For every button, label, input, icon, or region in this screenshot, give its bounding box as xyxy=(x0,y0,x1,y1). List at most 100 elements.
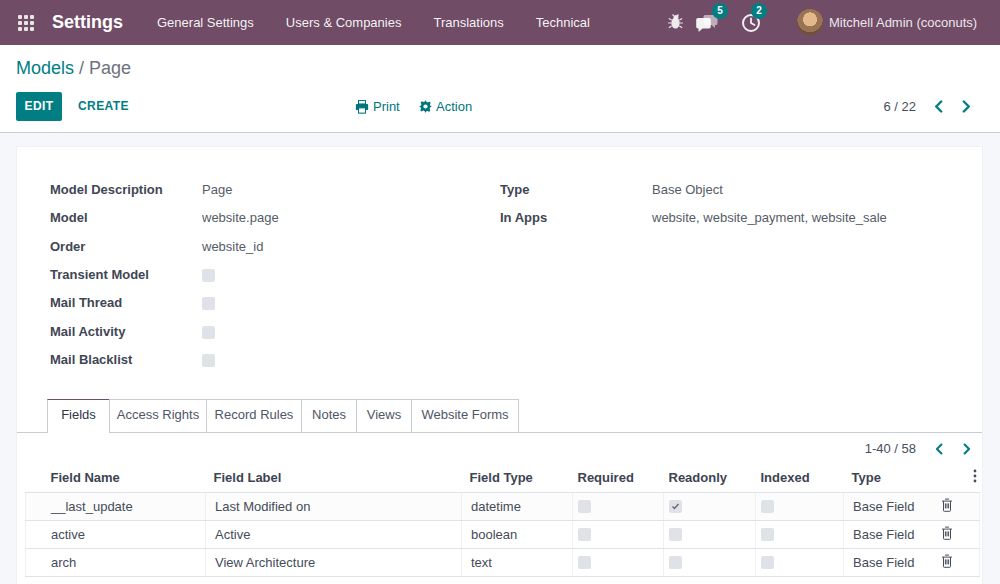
cell-field-type[interactable]: text xyxy=(462,548,573,576)
checkbox-unchecked xyxy=(761,500,774,513)
cell-field-type[interactable]: boolean xyxy=(462,520,573,548)
label-transient-model: Transient Model xyxy=(50,267,149,282)
cell-required[interactable] xyxy=(573,492,664,520)
cell-field-name[interactable]: __last_update xyxy=(26,492,206,520)
cell-indexed[interactable] xyxy=(756,492,844,520)
bug-icon[interactable] xyxy=(668,13,683,30)
label-mail-blacklist: Mail Blacklist xyxy=(50,352,132,367)
table-row[interactable]: __last_update Last Modified on datetime … xyxy=(26,492,980,520)
top-menu: General Settings Users & Companies Trans… xyxy=(157,0,590,45)
cell-readonly[interactable] xyxy=(664,520,756,548)
activities-badge[interactable]: 2 xyxy=(751,3,767,19)
tab-website-forms[interactable]: Website Forms xyxy=(411,399,519,432)
list-prev-button[interactable] xyxy=(931,435,947,463)
edit-button[interactable]: EDIT xyxy=(16,92,62,121)
tab-fields[interactable]: Fields xyxy=(47,399,110,433)
checkbox-unchecked xyxy=(578,556,591,569)
value-model-description: Page xyxy=(202,182,232,197)
optional-columns-toggle[interactable] xyxy=(915,464,980,492)
top-navbar: Settings General Settings Users & Compan… xyxy=(0,0,1000,45)
printer-icon xyxy=(355,100,369,114)
print-menu[interactable]: Print xyxy=(355,92,400,121)
cell-field-label[interactable]: Last Modified on xyxy=(206,492,462,520)
list-next-button[interactable] xyxy=(959,435,975,463)
label-mail-thread: Mail Thread xyxy=(50,295,122,310)
col-type[interactable]: Type xyxy=(844,464,915,492)
user-name[interactable]: Mitchell Admin (coconuts) xyxy=(829,15,977,30)
gear-icon xyxy=(419,100,432,113)
prev-record-button[interactable] xyxy=(930,92,946,121)
cell-field-type[interactable]: datetime xyxy=(462,492,573,520)
cell-required[interactable] xyxy=(573,520,664,548)
table-row[interactable]: active Active boolean Base Field xyxy=(26,520,980,548)
table-row[interactable]: arch View Architecture text Base Field xyxy=(26,548,980,576)
menu-general-settings[interactable]: General Settings xyxy=(157,15,254,30)
apps-grid-icon[interactable] xyxy=(18,15,34,31)
cell-type[interactable]: Base Field xyxy=(844,548,915,576)
tab-record-rules[interactable]: Record Rules xyxy=(206,399,302,432)
cell-indexed[interactable] xyxy=(756,548,844,576)
label-model-description: Model Description xyxy=(50,182,163,197)
notebook-tabs: Fields Access Rights Record Rules Notes … xyxy=(17,399,982,433)
col-readonly[interactable]: Readonly xyxy=(664,464,756,492)
field-row-mail-activity: Mail Activity xyxy=(50,324,970,344)
checkbox-unchecked xyxy=(578,528,591,541)
menu-users-companies[interactable]: Users & Companies xyxy=(286,15,402,30)
cell-field-label[interactable]: Active xyxy=(206,520,462,548)
trash-icon[interactable] xyxy=(941,526,953,540)
list-pager: 1-40 / 58 xyxy=(865,438,916,460)
checkbox-mail-blacklist xyxy=(202,354,215,367)
col-field-name[interactable]: Field Name xyxy=(26,464,206,492)
cell-required[interactable] xyxy=(573,548,664,576)
label-model: Model xyxy=(50,210,88,225)
action-menu[interactable]: Action xyxy=(419,92,472,121)
form-sheet: Model Description Page Model website.pag… xyxy=(16,146,983,584)
cell-delete[interactable] xyxy=(915,548,980,576)
tab-access-rights[interactable]: Access Rights xyxy=(109,399,207,432)
record-pager: 6 / 22 xyxy=(883,92,916,121)
value-in-apps: website, website_payment, website_sale xyxy=(652,210,887,225)
field-row-mail-blacklist: Mail Blacklist xyxy=(50,352,970,372)
cell-field-label[interactable]: View Architecture xyxy=(206,548,462,576)
breadcrumb-page: Page xyxy=(89,58,131,78)
messages-badge[interactable]: 5 xyxy=(712,3,728,19)
trash-icon[interactable] xyxy=(941,498,953,512)
col-indexed[interactable]: Indexed xyxy=(756,464,844,492)
checkbox-checked xyxy=(669,500,682,513)
col-required[interactable]: Required xyxy=(573,464,664,492)
checkbox-unchecked xyxy=(761,556,774,569)
trash-icon[interactable] xyxy=(941,554,953,568)
checkbox-unchecked xyxy=(578,500,591,513)
next-record-button[interactable] xyxy=(958,92,974,121)
col-field-label[interactable]: Field Label xyxy=(206,464,462,492)
checkbox-transient-model xyxy=(202,269,215,282)
field-row-mail-thread: Mail Thread xyxy=(50,295,970,315)
cell-delete[interactable] xyxy=(915,520,980,548)
checkbox-unchecked xyxy=(761,528,774,541)
checkbox-unchecked xyxy=(669,528,682,541)
breadcrumb-models[interactable]: Models xyxy=(16,58,74,78)
cell-readonly[interactable] xyxy=(664,492,756,520)
col-field-type[interactable]: Field Type xyxy=(462,464,573,492)
user-avatar[interactable] xyxy=(797,9,823,35)
print-label: Print xyxy=(373,99,400,114)
checkbox-mail-thread xyxy=(202,297,215,310)
tab-notes[interactable]: Notes xyxy=(301,399,357,432)
cell-field-name[interactable]: active xyxy=(26,520,206,548)
cell-delete[interactable] xyxy=(915,492,980,520)
cell-indexed[interactable] xyxy=(756,520,844,548)
menu-translations[interactable]: Translations xyxy=(433,15,503,30)
menu-technical[interactable]: Technical xyxy=(536,15,590,30)
cell-type[interactable]: Base Field xyxy=(844,492,915,520)
checkbox-unchecked xyxy=(669,556,682,569)
breadcrumb: Models / Page xyxy=(16,58,131,79)
ellipsis-vertical-icon xyxy=(973,469,977,483)
create-button[interactable]: CREATE xyxy=(78,92,129,121)
value-model: website.page xyxy=(202,210,279,225)
app-name[interactable]: Settings xyxy=(52,12,123,33)
cell-type[interactable]: Base Field xyxy=(844,520,915,548)
tab-views[interactable]: Views xyxy=(356,399,412,432)
field-row-in-apps: In Apps website, website_payment, websit… xyxy=(500,210,970,230)
cell-readonly[interactable] xyxy=(664,548,756,576)
cell-field-name[interactable]: arch xyxy=(26,548,206,576)
